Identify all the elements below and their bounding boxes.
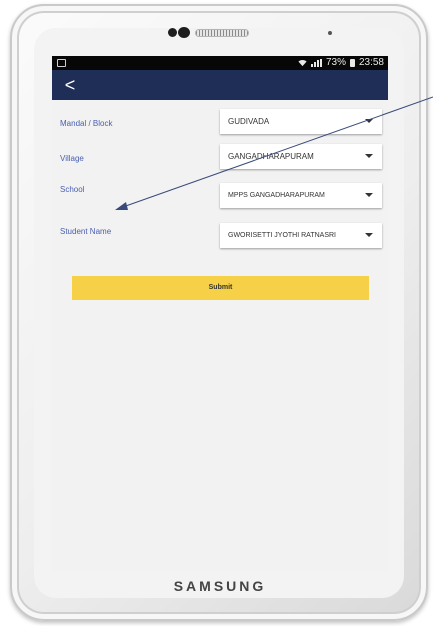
signal-strength-icon	[310, 58, 322, 67]
light-sensor-icon	[178, 27, 190, 38]
chevron-down-icon	[365, 193, 373, 197]
school-dropdown[interactable]: MPPS GANGADHARAPURAM	[220, 183, 382, 208]
status-time: 23:58	[358, 57, 384, 68]
village-dropdown[interactable]: GANGADHARAPURAM	[220, 144, 382, 169]
front-camera-icon	[168, 28, 177, 37]
status-bar-indicators: 73% 23:58	[298, 57, 384, 68]
battery-percent: 73%	[325, 57, 346, 68]
school-label: School	[60, 185, 85, 194]
status-bar: 73% 23:58	[52, 56, 388, 70]
submit-button[interactable]: Submit	[72, 276, 369, 300]
mandal-block-label: Mandal / Block	[60, 119, 113, 128]
chevron-down-icon	[365, 233, 373, 237]
screenshot-notification-icon	[57, 59, 66, 67]
chevron-down-icon	[365, 154, 373, 158]
school-value: MPPS GANGADHARAPURAM	[228, 192, 325, 199]
battery-icon	[349, 58, 355, 67]
student-name-value: GWORISETTI JYOTHI RATNASRI	[228, 232, 336, 239]
earpiece-speaker-icon	[195, 29, 249, 37]
mandal-block-dropdown[interactable]: GUDIVADA	[220, 109, 382, 134]
wifi-icon	[298, 59, 307, 66]
device-brand-logo: SAMSUNG	[173, 578, 267, 594]
device-screen: 73% 23:58 < Mandal / Block GUDIVADA Vill…	[52, 56, 388, 571]
app-bar: <	[52, 70, 388, 100]
mandal-block-value: GUDIVADA	[228, 117, 270, 126]
village-label: Village	[60, 154, 84, 163]
proximity-sensor-icon	[328, 31, 332, 35]
chevron-down-icon	[365, 119, 373, 123]
village-value: GANGADHARAPURAM	[228, 152, 314, 161]
student-name-dropdown[interactable]: GWORISETTI JYOTHI RATNASRI	[220, 223, 382, 248]
back-arrow-icon[interactable]: <	[58, 72, 82, 98]
student-name-label: Student Name	[60, 227, 112, 236]
